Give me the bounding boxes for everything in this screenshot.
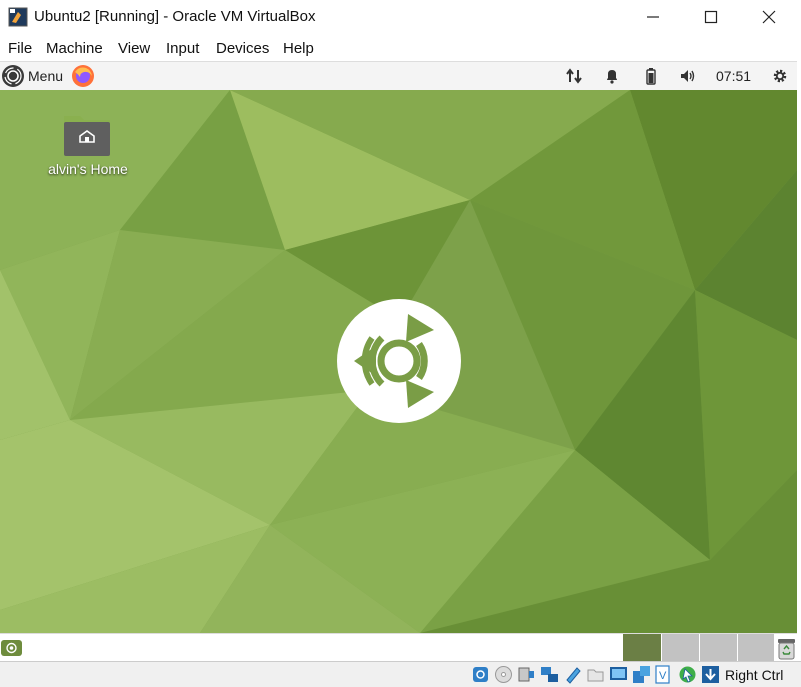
- workspace-4[interactable]: [738, 634, 774, 662]
- keyboard-capture-icon[interactable]: [701, 665, 720, 684]
- display-icon[interactable]: [609, 665, 628, 684]
- panel-clock[interactable]: 07:51: [716, 68, 751, 84]
- guest-top-panel: Menu 07:51: [0, 61, 797, 91]
- virtualbox-app-icon: [8, 7, 28, 27]
- minimize-button[interactable]: [623, 0, 683, 34]
- mouse-integration-icon[interactable]: [678, 665, 697, 684]
- close-icon: [762, 10, 776, 24]
- show-desktop-button[interactable]: [1, 640, 22, 656]
- menu-file[interactable]: File: [8, 40, 32, 57]
- trash-icon[interactable]: [776, 637, 797, 660]
- ubuntu-mate-menu-icon[interactable]: [1, 64, 25, 88]
- workspace-2[interactable]: [662, 634, 699, 662]
- shared-folders-icon[interactable]: [586, 665, 605, 684]
- network-transfer-icon[interactable]: [565, 67, 583, 85]
- minimize-icon: [647, 16, 659, 18]
- menu-devices[interactable]: Devices: [216, 40, 269, 57]
- volume-icon[interactable]: [679, 67, 697, 85]
- close-button[interactable]: [739, 0, 799, 34]
- virtualization-icon[interactable]: V: [655, 665, 674, 684]
- show-desktop-icon: [6, 642, 17, 654]
- network-adapter-icon[interactable]: [540, 665, 559, 684]
- workspace-3[interactable]: [700, 634, 737, 662]
- menu-machine[interactable]: Machine: [46, 40, 103, 57]
- host-key-label: Right Ctrl: [725, 667, 784, 683]
- window-title: Ubuntu2 [Running] - Oracle VM VirtualBox: [34, 8, 316, 25]
- optical-drive-icon[interactable]: [494, 665, 513, 684]
- virtualbox-statusbar: V Right Ctrl: [0, 661, 801, 687]
- usb-icon[interactable]: [563, 665, 582, 684]
- svg-text:V: V: [659, 670, 667, 682]
- panel-menu-label[interactable]: Menu: [28, 68, 63, 84]
- video-capture-icon[interactable]: [632, 665, 651, 684]
- window-titlebar[interactable]: Ubuntu2 [Running] - Oracle VM VirtualBox: [0, 0, 801, 34]
- menu-help[interactable]: Help: [283, 40, 314, 57]
- ubuntu-mate-logo: [337, 299, 461, 423]
- guest-desktop[interactable]: alvin's Home: [0, 90, 797, 633]
- hard-disk-icon[interactable]: [471, 665, 490, 684]
- menu-view[interactable]: View: [118, 40, 150, 57]
- notification-bell-icon[interactable]: [603, 67, 621, 85]
- workspace-1[interactable]: [623, 634, 661, 662]
- settings-gear-icon[interactable]: [771, 67, 789, 85]
- window-right-edge: [797, 61, 801, 661]
- home-folder-label[interactable]: alvin's Home: [34, 161, 142, 177]
- audio-icon[interactable]: [517, 665, 536, 684]
- battery-icon[interactable]: [642, 67, 660, 85]
- menu-input[interactable]: Input: [166, 40, 199, 57]
- maximize-icon: [704, 10, 718, 24]
- firefox-icon[interactable]: [71, 64, 95, 88]
- menubar: File Machine View Input Devices Help: [0, 36, 801, 60]
- maximize-button[interactable]: [681, 0, 741, 34]
- home-folder-icon[interactable]: [58, 112, 116, 158]
- guest-bottom-panel: [0, 633, 797, 662]
